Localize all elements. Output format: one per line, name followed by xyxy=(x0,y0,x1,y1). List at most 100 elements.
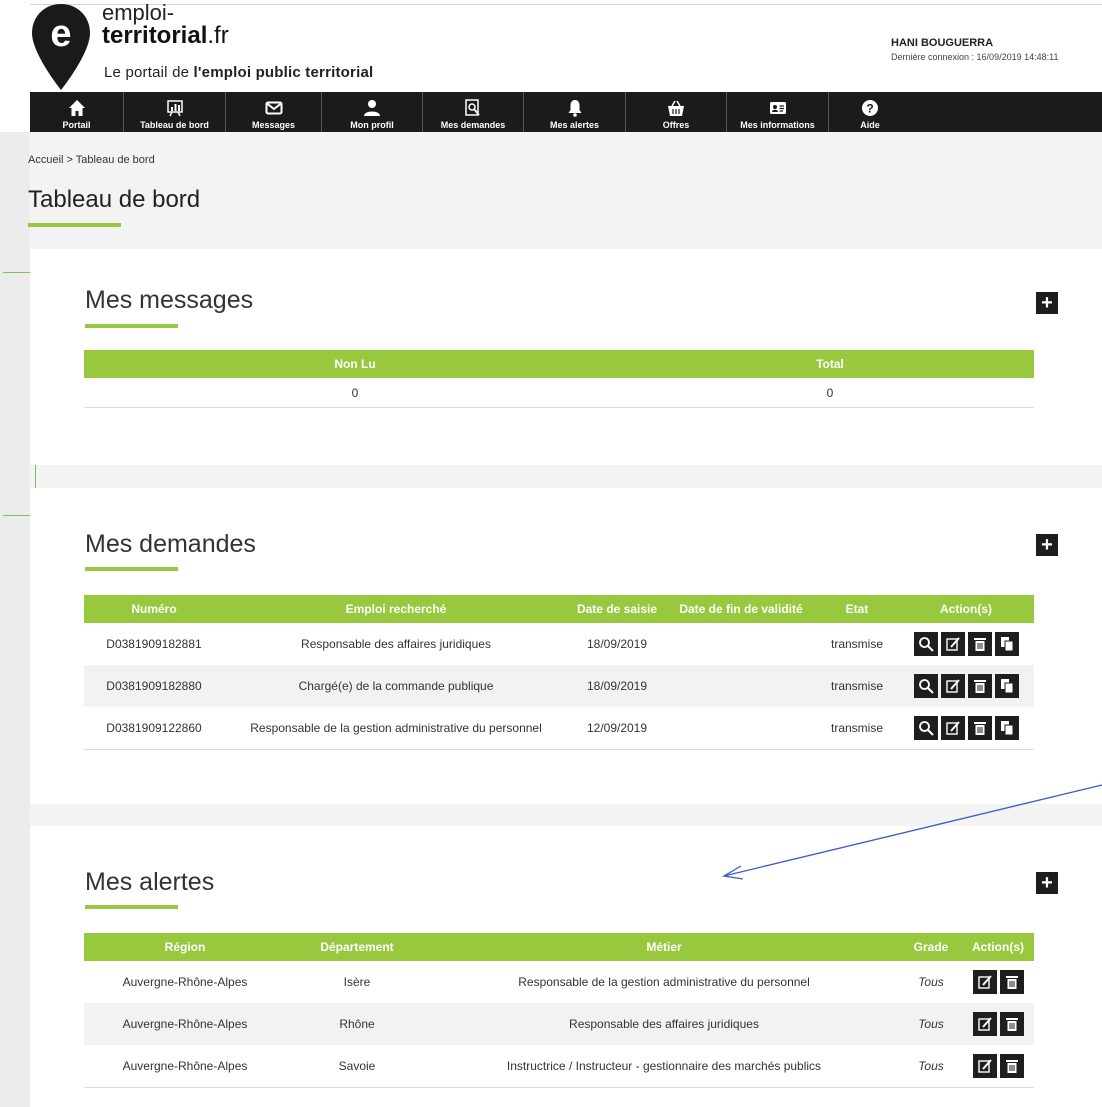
trash-icon xyxy=(1005,1018,1018,1031)
breadcrumb[interactable]: Accueil > Tableau de bord xyxy=(28,154,155,166)
alerte-metier: Responsable des affaires juridiques xyxy=(428,1003,900,1045)
column-header: Etat xyxy=(816,595,898,623)
edit-button[interactable] xyxy=(972,1054,997,1078)
demande-date: 12/09/2019 xyxy=(568,707,666,750)
bell-icon xyxy=(566,99,584,117)
page-title: Tableau de bord xyxy=(28,186,201,213)
add-demande-button[interactable]: + xyxy=(1036,534,1058,556)
nav-label: Messages xyxy=(251,120,296,130)
delete-button[interactable] xyxy=(999,1054,1024,1078)
view-button[interactable] xyxy=(913,716,938,740)
edit-icon xyxy=(977,1059,992,1073)
trash-icon xyxy=(973,638,986,651)
nav-label: Mes demandes xyxy=(440,120,506,130)
user-name: HANI BOUGUERRA xyxy=(891,37,994,49)
demande-end-date xyxy=(666,623,816,665)
demande-end-date xyxy=(666,665,816,707)
dashboard-icon xyxy=(166,99,184,117)
nav-mes-alertes[interactable]: Mes alertes xyxy=(524,92,626,132)
add-message-button[interactable]: + xyxy=(1036,292,1058,314)
view-button[interactable] xyxy=(913,632,938,656)
home-icon xyxy=(68,99,86,117)
column-header: Non Lu xyxy=(84,350,626,378)
delete-button[interactable] xyxy=(967,674,992,698)
edit-button[interactable] xyxy=(972,1012,997,1036)
table-row: Auvergne-Rhône-Alpes Isère Responsable d… xyxy=(84,961,1034,1003)
nav-mes-demandes[interactable]: Mes demandes xyxy=(423,92,524,132)
column-header: Numéro xyxy=(84,595,224,623)
alerte-region: Auvergne-Rhône-Alpes xyxy=(84,1003,286,1045)
envelope-icon xyxy=(265,99,283,117)
user-icon xyxy=(363,99,381,117)
help-icon: ? xyxy=(861,99,879,117)
demande-number[interactable]: D0381909182880 xyxy=(84,665,224,707)
column-header: Date de saisie xyxy=(568,595,666,623)
search-icon xyxy=(918,679,934,694)
document-search-icon xyxy=(464,99,482,117)
alerte-actions xyxy=(962,1003,1034,1045)
nav-tableau-de-bord[interactable]: Tableau de bord xyxy=(124,92,226,132)
delete-button[interactable] xyxy=(999,1012,1024,1036)
column-header: Total xyxy=(626,350,1034,378)
nav-portail[interactable]: Portail xyxy=(30,92,124,132)
nav-label: Mon profil xyxy=(350,120,394,130)
last-login: Dernière connexion : 16/09/2019 14:48:11 xyxy=(891,52,1059,62)
column-header: Région xyxy=(84,933,286,961)
alertes-title: Mes alertes xyxy=(85,868,215,896)
nav-aide[interactable]: ? Aide xyxy=(829,92,911,132)
column-header: Métier xyxy=(428,933,900,961)
edit-button[interactable] xyxy=(940,674,965,698)
delete-button[interactable] xyxy=(967,632,992,656)
messages-title-underline xyxy=(85,324,178,328)
nav-label: Tableau de bord xyxy=(140,120,209,130)
nav-mon-profil[interactable]: Mon profil xyxy=(322,92,423,132)
title-underline xyxy=(28,223,121,227)
messages-panel: Mes messages + Non Lu Total 0 0 xyxy=(30,249,1102,465)
basket-icon xyxy=(667,99,685,117)
total-count: 0 xyxy=(626,378,1034,408)
demande-number[interactable]: D0381909122860 xyxy=(84,707,224,750)
demande-job: Chargé(e) de la commande publique xyxy=(224,665,568,707)
delete-button[interactable] xyxy=(999,970,1024,994)
demande-actions xyxy=(898,623,1034,665)
edit-icon xyxy=(977,1017,992,1031)
edit-button[interactable] xyxy=(972,970,997,994)
table-row: 0 0 xyxy=(84,378,1034,408)
nav-offres[interactable]: Offres xyxy=(626,92,727,132)
alerte-region: Auvergne-Rhône-Alpes xyxy=(84,1045,286,1088)
copy-icon xyxy=(1000,679,1013,694)
unread-count: 0 xyxy=(84,378,626,408)
demande-number[interactable]: D0381909182881 xyxy=(84,623,224,665)
edit-button[interactable] xyxy=(940,716,965,740)
column-header: Action(s) xyxy=(962,933,1034,961)
search-icon xyxy=(918,721,934,736)
site-logo[interactable]: e emploi- territorial.fr Le portail de l… xyxy=(30,0,430,90)
duplicate-button[interactable] xyxy=(994,674,1019,698)
main-navbar: Portail Tableau de bord Messages Mon pro… xyxy=(30,92,1102,132)
delete-button[interactable] xyxy=(967,716,992,740)
table-header-row: Non Lu Total xyxy=(84,350,1034,378)
messages-title: Mes messages xyxy=(85,286,254,314)
alerte-region: Auvergne-Rhône-Alpes xyxy=(84,961,286,1003)
demande-date: 18/09/2019 xyxy=(568,665,666,707)
copy-icon xyxy=(1000,637,1013,652)
add-alerte-button[interactable]: + xyxy=(1036,872,1058,894)
edit-icon xyxy=(945,721,960,735)
alerte-actions xyxy=(962,1045,1034,1088)
edit-button[interactable] xyxy=(940,632,965,656)
id-card-icon xyxy=(769,99,787,117)
duplicate-button[interactable] xyxy=(994,632,1019,656)
view-button[interactable] xyxy=(913,674,938,698)
alerte-metier: Instructrice / Instructeur - gestionnair… xyxy=(428,1045,900,1088)
demandes-title-underline xyxy=(85,567,178,571)
alertes-panel: Mes alertes + Région Département Métier … xyxy=(30,826,1102,1107)
alerte-departement: Rhône xyxy=(286,1003,428,1045)
logo-tagline: Le portail de l'emploi public territoria… xyxy=(104,64,374,81)
alerte-grade: Tous xyxy=(900,961,962,1003)
duplicate-button[interactable] xyxy=(994,716,1019,740)
demande-status: transmise xyxy=(816,665,898,707)
nav-messages[interactable]: Messages xyxy=(226,92,322,132)
nav-mes-informations[interactable]: Mes informations xyxy=(727,92,829,132)
alerte-grade: Tous xyxy=(900,1003,962,1045)
edit-icon xyxy=(945,637,960,651)
